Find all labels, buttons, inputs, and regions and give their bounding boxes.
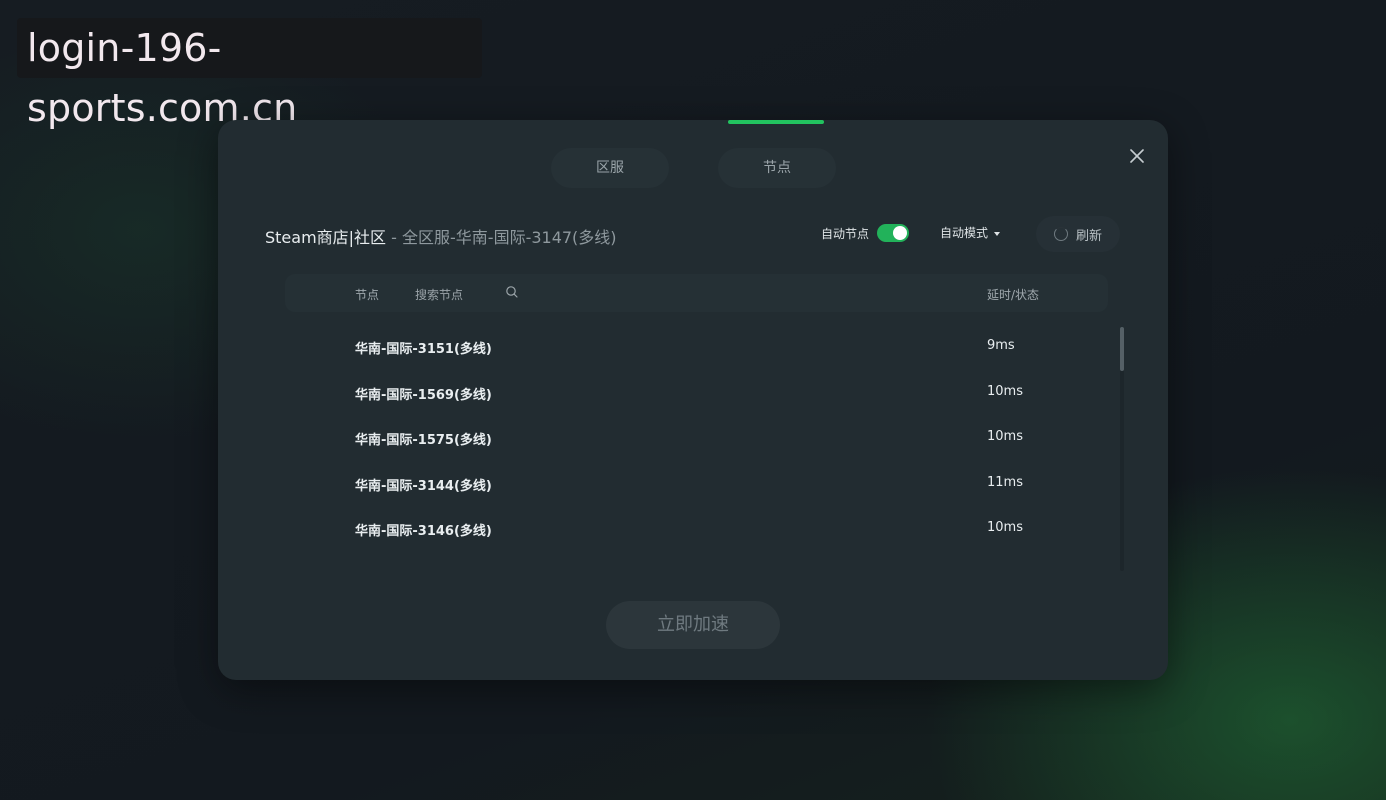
tab-region[interactable]: 区服 <box>551 148 669 188</box>
node-latency: 9ms <box>987 338 1015 353</box>
node-list: 华南-国际-3151(多线) 9ms 华南-国际-1569(多线) 10ms 华… <box>285 324 1108 552</box>
auto-node-label: 自动节点 <box>821 226 870 241</box>
tab-node[interactable]: 节点 <box>718 148 836 188</box>
search-icon[interactable] <box>505 285 519 299</box>
caret-down-icon <box>994 231 1001 236</box>
node-name: 华南-国际-1575(多线) <box>355 433 492 448</box>
node-select-dialog: 区服 节点 Steam商店|社区 - 全区服-华南-国际-3147(多线) 自动… <box>218 120 1168 680</box>
node-name: 华南-国际-3146(多线) <box>355 524 492 539</box>
node-row[interactable]: 华南-国际-3144(多线) 11ms <box>285 461 1108 507</box>
watermark-url: login-196-sports.com.cn <box>17 18 482 130</box>
node-latency: 10ms <box>987 520 1023 535</box>
close-icon[interactable] <box>1123 142 1151 170</box>
refresh-button[interactable]: 刷新 <box>1036 216 1120 252</box>
toggle-knob <box>893 226 908 240</box>
column-latency: 延时/状态 <box>987 288 1040 302</box>
selected-server-title: Steam商店|社区 - 全区服-华南-国际-3147(多线) <box>265 224 617 248</box>
node-row[interactable]: 华南-国际-3146(多线) 10ms <box>285 506 1108 552</box>
auto-node-control: 自动节点 <box>821 224 910 242</box>
server-name: 全区服-华南-国际-3147(多线) <box>402 228 617 247</box>
node-name: 华南-国际-3151(多线) <box>355 342 492 357</box>
node-latency: 11ms <box>987 474 1023 490</box>
column-node: 节点 <box>355 288 380 302</box>
auto-node-toggle[interactable] <box>877 224 910 242</box>
node-name: 华南-国际-3144(多线) <box>355 478 492 494</box>
node-latency: 10ms <box>987 429 1023 444</box>
title-separator: - <box>386 228 403 247</box>
game-name: Steam商店|社区 <box>265 228 387 247</box>
node-name: 华南-国际-1569(多线) <box>355 387 492 403</box>
active-tab-indicator <box>728 120 824 124</box>
node-row[interactable]: 华南-国际-1575(多线) 10ms <box>285 415 1108 461</box>
node-latency: 10ms <box>987 383 1023 399</box>
node-row[interactable]: 华南-国际-3151(多线) 9ms <box>285 324 1108 370</box>
scrollbar-thumb[interactable] <box>1120 327 1124 371</box>
search-node-input[interactable]: 搜索节点 <box>415 286 463 303</box>
mode-label: 自动模式 <box>940 226 989 240</box>
refresh-spinner-icon <box>1053 227 1068 241</box>
node-row[interactable]: 华南-国际-1569(多线) 10ms <box>285 370 1108 416</box>
refresh-label: 刷新 <box>1075 228 1102 244</box>
mode-dropdown[interactable]: 自动模式 <box>940 224 1001 241</box>
node-table-header: 节点 搜索节点 延时/状态 <box>285 274 1108 312</box>
accelerate-button[interactable]: 立即加速 <box>606 601 780 649</box>
